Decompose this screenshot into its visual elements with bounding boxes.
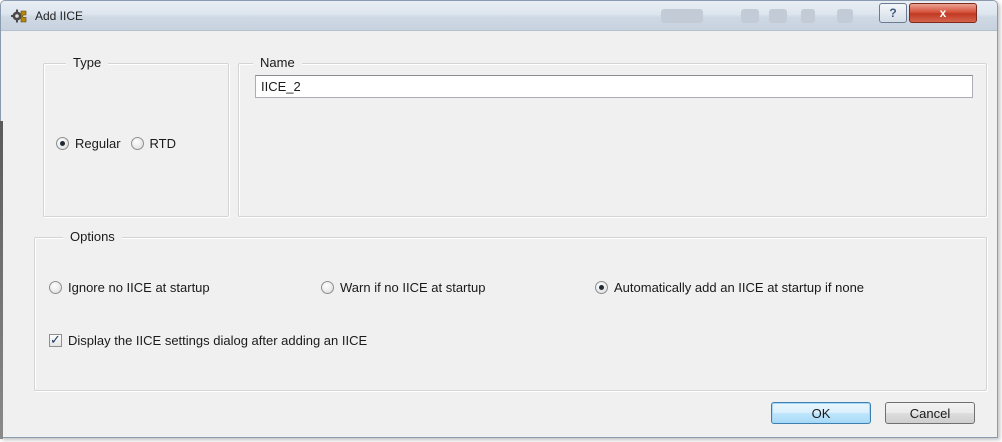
option-warn[interactable]: Warn if no IICE at startup xyxy=(321,280,485,295)
warn-radio[interactable] xyxy=(321,281,334,294)
ok-button-label: OK xyxy=(811,405,831,421)
close-button[interactable]: x xyxy=(909,3,977,23)
options-group-legend: Options xyxy=(63,229,122,244)
name-input-value: IICE_2 xyxy=(261,79,301,94)
name-group-legend: Name xyxy=(253,55,302,70)
titlebar-blur-decoration xyxy=(837,9,853,23)
ignore-radio[interactable] xyxy=(49,281,62,294)
options-group: Options Ignore no IICE at startup Warn i… xyxy=(34,229,987,391)
title-bar[interactable]: Add IICE ? x xyxy=(1,1,997,31)
window-title: Add IICE xyxy=(35,9,84,23)
option-ignore[interactable]: Ignore no IICE at startup xyxy=(49,280,210,295)
titlebar-blur-decoration xyxy=(661,9,703,23)
name-input[interactable]: IICE_2 xyxy=(255,75,973,98)
help-icon: ? xyxy=(889,6,897,20)
type-group: Type Regular RTD xyxy=(43,55,229,217)
add-iice-dialog: Add IICE ? x Type Regular RTD Name IICE_… xyxy=(0,0,998,439)
auto-add-radio-label[interactable]: Automatically add an IICE at startup if … xyxy=(614,280,864,295)
display-settings-option[interactable]: Display the IICE settings dialog after a… xyxy=(49,332,367,348)
help-button[interactable]: ? xyxy=(879,3,907,23)
option-auto-add[interactable]: Automatically add an IICE at startup if … xyxy=(595,280,864,295)
titlebar-blur-decoration xyxy=(801,9,815,23)
ok-button[interactable]: OK xyxy=(771,402,871,424)
rtd-radio-label[interactable]: RTD xyxy=(150,136,176,151)
cancel-button-label: Cancel xyxy=(909,405,951,421)
display-settings-checkbox[interactable] xyxy=(49,332,62,348)
regular-radio[interactable] xyxy=(56,137,69,150)
gear-puzzle-icon xyxy=(10,8,28,24)
window-edge-shadow xyxy=(0,121,3,439)
regular-radio-label[interactable]: Regular xyxy=(75,136,121,151)
ignore-radio-label[interactable]: Ignore no IICE at startup xyxy=(68,280,210,295)
close-icon: x xyxy=(939,6,947,20)
warn-radio-label[interactable]: Warn if no IICE at startup xyxy=(340,280,485,295)
titlebar-blur-decoration xyxy=(741,9,759,23)
type-group-legend: Type xyxy=(66,55,109,70)
rtd-radio[interactable] xyxy=(130,137,144,150)
display-settings-label[interactable]: Display the IICE settings dialog after a… xyxy=(68,333,367,348)
titlebar-blur-decoration xyxy=(769,9,787,23)
type-radio-group: Regular RTD xyxy=(56,136,176,151)
cancel-button[interactable]: Cancel xyxy=(885,402,975,424)
auto-add-radio[interactable] xyxy=(595,281,608,294)
